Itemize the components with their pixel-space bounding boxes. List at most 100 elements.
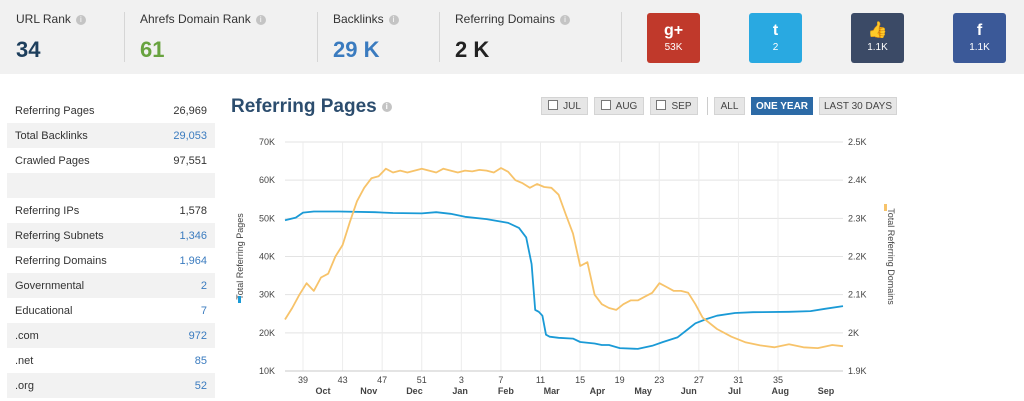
info-icon[interactable]: i	[560, 14, 571, 25]
share-count: 1.1K	[867, 42, 888, 53]
metric-url-rank: URL Rank i 34	[0, 0, 124, 74]
stat-row: .com 972	[7, 323, 215, 348]
aug-toggle[interactable]: AUG	[594, 97, 644, 115]
right-tick-label: 2.2K	[848, 252, 867, 262]
stat-row: Referring IPs 1,578	[7, 198, 215, 223]
checkbox-icon[interactable]	[548, 100, 559, 110]
stat-label: Referring Domains	[15, 254, 107, 267]
right-axis-title: Total Referring Domains	[886, 208, 896, 305]
month-tick-label: Dec	[406, 386, 423, 396]
left-tick-label: 20K	[259, 328, 275, 338]
metric-value: 29 K	[333, 37, 380, 62]
metric-referring-domains: Referring Domains i 2 K	[439, 0, 619, 74]
month-tick-label: Jul	[728, 386, 741, 396]
range-one-year-button[interactable]: ONE YEAR	[751, 97, 813, 115]
left-tick-label: 60K	[259, 175, 275, 185]
share-count: 2	[772, 42, 779, 53]
week-tick-label: 11	[536, 375, 545, 385]
google-plus-share-button[interactable]: g+ 53K	[647, 13, 700, 63]
stat-value[interactable]: 7	[201, 305, 207, 317]
left-tick-label: 40K	[259, 252, 275, 262]
checkbox-icon[interactable]	[656, 100, 667, 110]
info-icon[interactable]: i	[255, 14, 266, 25]
share-count: 1.1K	[969, 42, 990, 53]
referring-domains-line	[284, 167, 844, 349]
info-icon[interactable]: i	[75, 14, 86, 25]
metrics-bar: URL Rank i 34 Ahrefs Domain Rank i 61 Back…	[0, 0, 1024, 74]
metric-ahrefs-domain-rank: Ahrefs Domain Rank i 61	[124, 0, 317, 74]
month-tick-label: Oct	[315, 386, 330, 396]
stat-value[interactable]: 972	[189, 330, 207, 342]
stat-label: Referring IPs	[15, 204, 80, 217]
twitter-share-button[interactable]: t 2	[749, 13, 802, 63]
stat-value: 97,551	[173, 154, 207, 167]
month-tick-label: Sep	[818, 386, 835, 396]
month-tick-label: Feb	[498, 386, 515, 396]
metric-label: URL Rank	[16, 12, 71, 26]
stat-label: Total Backlinks	[15, 129, 88, 142]
referring-pages-chart: 10K 20K 30K 40K 50K 60K 70K 1.9K 2K 2.1K 2.2K 2.3K 2…	[235, 137, 896, 396]
info-icon[interactable]: i	[388, 14, 399, 25]
stat-row: Referring Pages 26,969	[7, 98, 215, 123]
week-tick-label: 7	[498, 375, 503, 385]
stat-value[interactable]: 85	[195, 355, 207, 367]
month-tick-label: Aug	[772, 386, 790, 396]
share-count: 53K	[664, 42, 683, 53]
month-tick-label: May	[634, 386, 652, 396]
metric-value: 34	[16, 37, 41, 62]
stat-label: Crawled Pages	[15, 154, 90, 167]
stat-value[interactable]: 52	[195, 380, 207, 392]
stat-row: Crawled Pages 97,551	[7, 148, 215, 173]
jul-toggle[interactable]: JUL	[541, 97, 588, 115]
metric-label: Ahrefs Domain Rank	[140, 12, 251, 26]
stat-value[interactable]: 2	[201, 280, 207, 292]
info-icon[interactable]: i	[381, 101, 392, 112]
facebook-share-button[interactable]: f 1.1K	[953, 13, 1006, 63]
stat-label: Governmental	[15, 279, 85, 292]
stat-value[interactable]: 1,964	[179, 255, 207, 267]
stat-value[interactable]: 1,346	[179, 230, 207, 242]
week-tick-label: 39	[298, 375, 308, 385]
chart-title: Referring Pages i	[231, 96, 392, 118]
metric-backlinks: Backlinks i 29 K	[317, 0, 439, 74]
range-last-30-days-button[interactable]: LAST 30 DAYS	[819, 97, 897, 115]
left-tick-label: 50K	[259, 213, 275, 223]
week-tick-label: 3	[459, 375, 464, 385]
right-tick-label: 2K	[848, 328, 859, 338]
stat-row: Referring Subnets 1,346	[7, 223, 215, 248]
month-tick-label: Mar	[544, 386, 561, 396]
metric-value: 2 K	[455, 37, 490, 62]
chart-title-text: Referring Pages	[231, 96, 377, 117]
stat-label: .net	[15, 354, 34, 367]
stat-value[interactable]: 29,053	[173, 130, 207, 142]
month-tick-label: Jun	[681, 386, 697, 396]
stat-label: Referring Pages	[15, 104, 95, 117]
right-tick-label: 1.9K	[848, 366, 867, 376]
left-axis-title: Total Referring Pages	[235, 213, 245, 300]
sep-label: SEP	[671, 101, 692, 112]
stat-label: Educational	[15, 304, 73, 317]
metric-label: Referring Domains	[455, 12, 556, 26]
stat-row: Educational 7	[7, 298, 215, 323]
like-button[interactable]: 👍 1.1K	[851, 13, 904, 63]
right-tick-label: 2.4K	[848, 175, 867, 185]
jul-label: JUL	[563, 101, 581, 112]
stat-label: Referring Subnets	[15, 229, 104, 242]
stat-value: 1,578	[179, 204, 207, 217]
month-tick-label: Nov	[360, 386, 377, 396]
month-tick-label: Jan	[452, 386, 468, 396]
referring-pages-line	[284, 210, 844, 350]
right-tick-label: 2.5K	[848, 137, 867, 147]
left-tick-label: 70K	[259, 137, 275, 147]
checkbox-icon[interactable]	[600, 100, 611, 110]
stat-row: Governmental 2	[7, 273, 215, 298]
left-axis-legend-swatch	[238, 296, 241, 303]
week-tick-label: 51	[417, 375, 427, 385]
stat-label: .com	[15, 329, 39, 342]
range-all-button[interactable]: ALL	[714, 97, 745, 115]
sep-toggle[interactable]: SEP	[650, 97, 698, 115]
stat-value: 26,969	[173, 104, 207, 117]
week-tick-label: 23	[654, 375, 664, 385]
aug-label: AUG	[615, 101, 638, 112]
stat-label: .org	[15, 379, 34, 392]
